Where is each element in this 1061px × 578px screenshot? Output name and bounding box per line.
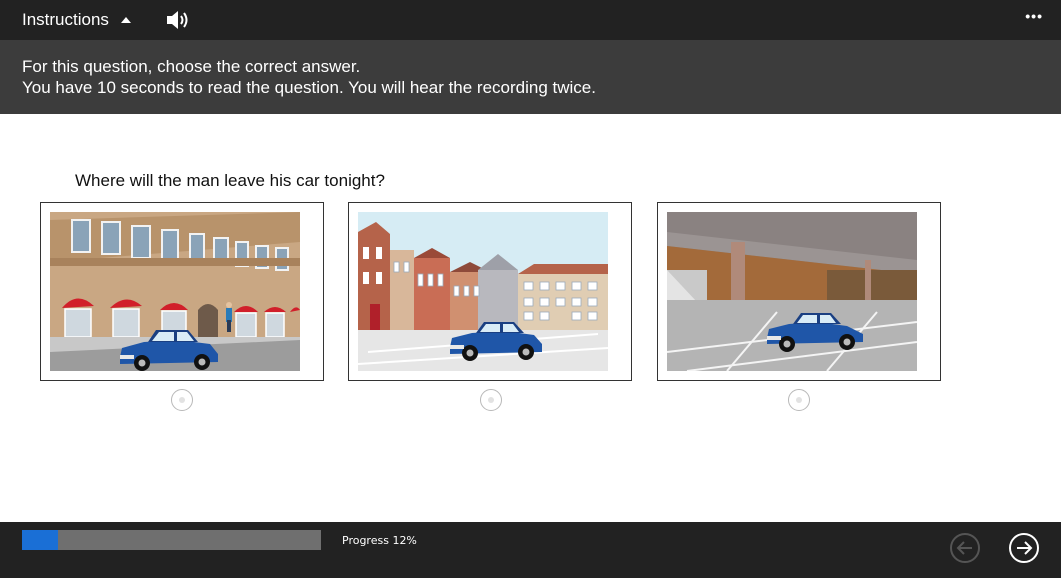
caret-up-icon bbox=[120, 17, 131, 23]
instructions-panel: For this question, choose the correct an… bbox=[0, 40, 1061, 114]
car-in-town-square-illustration bbox=[358, 212, 608, 371]
question-text: Where will the man leave his car tonight… bbox=[75, 171, 385, 190]
car-on-street-illustration bbox=[50, 212, 300, 371]
option-image-1[interactable] bbox=[40, 202, 324, 381]
arrow-left-icon[interactable] bbox=[949, 532, 981, 564]
top-bar: Instructions ••• bbox=[0, 0, 1061, 40]
more-options-icon[interactable]: ••• bbox=[1025, 8, 1043, 24]
instruction-line-2: You have 10 seconds to read the question… bbox=[22, 78, 596, 97]
option-image-2[interactable] bbox=[348, 202, 632, 381]
speaker-icon[interactable] bbox=[165, 8, 191, 32]
option-image-3[interactable] bbox=[657, 202, 941, 381]
option-radio-3[interactable] bbox=[788, 389, 810, 411]
progress-fill bbox=[22, 530, 58, 550]
instruction-line-1: For this question, choose the correct an… bbox=[22, 57, 361, 76]
arrow-right-icon[interactable] bbox=[1008, 532, 1040, 564]
car-in-parking-garage-illustration bbox=[667, 212, 917, 371]
progress-label: Progress 12% bbox=[342, 534, 417, 547]
instructions-label: Instructions bbox=[22, 10, 109, 29]
progress-bar bbox=[22, 530, 321, 550]
option-radio-1[interactable] bbox=[171, 389, 193, 411]
footer-bar: Progress 12% bbox=[0, 522, 1061, 578]
option-radio-2[interactable] bbox=[480, 389, 502, 411]
instructions-toggle[interactable]: Instructions bbox=[22, 10, 131, 30]
